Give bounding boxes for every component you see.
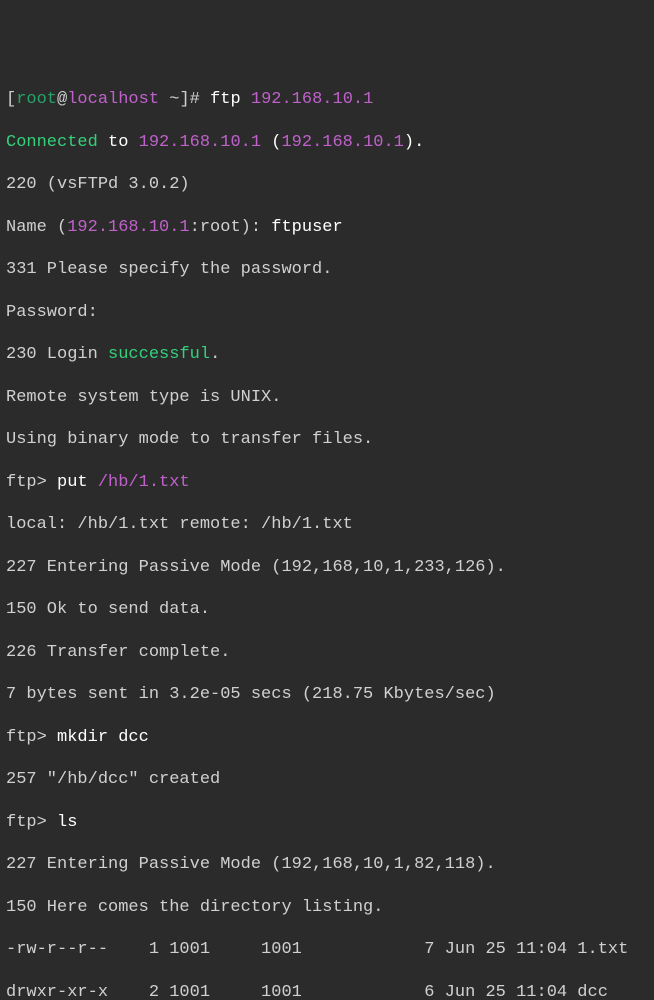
prompt-rbracket: ]# xyxy=(179,90,210,109)
put-arg: /hb/1.txt xyxy=(98,473,190,492)
ls-cmd: ls xyxy=(57,813,77,832)
name-line: Name (192.168.10.1:root): ftpuser xyxy=(6,217,648,238)
name-prefix: Name ( xyxy=(6,218,67,237)
mkdir-cmd: mkdir dcc xyxy=(57,728,149,747)
bytes-sent-line: 7 bytes sent in 3.2e-05 secs (218.75 Kby… xyxy=(6,684,648,705)
ftp-prompt: ftp> xyxy=(6,473,57,492)
prompt-lbracket: [ xyxy=(6,90,16,109)
ftp-prompt: ftp> xyxy=(6,813,57,832)
connected-paren1: ( xyxy=(261,133,281,152)
local-remote-line: local: /hb/1.txt remote: /hb/1.txt xyxy=(6,514,648,535)
ok-send-line: 150 Ok to send data. xyxy=(6,599,648,620)
passive-mode-line-1: 227 Entering Passive Mode (192,168,10,1,… xyxy=(6,557,648,578)
login-successful: successful xyxy=(108,345,210,364)
connected-word: Connected xyxy=(6,133,98,152)
ftp-mkdir-line: ftp> mkdir dcc xyxy=(6,727,648,748)
connected-ip2: 192.168.10.1 xyxy=(281,133,403,152)
login-line: 230 Login successful. xyxy=(6,344,648,365)
prompt-tilde: ~ xyxy=(159,90,179,109)
name-user: ftpuser xyxy=(271,218,342,237)
system-type-line: Remote system type is UNIX. xyxy=(6,387,648,408)
ftp-prompt: ftp> xyxy=(6,728,57,747)
password-line: Password: xyxy=(6,302,648,323)
prompt-host: localhost xyxy=(67,90,159,109)
ftp-put-line: ftp> put /hb/1.txt xyxy=(6,472,648,493)
created-line: 257 "/hb/dcc" created xyxy=(6,769,648,790)
name-suffix: :root): xyxy=(190,218,272,237)
connected-paren2: ). xyxy=(404,133,424,152)
login-dot: . xyxy=(210,345,220,364)
login-code: 230 Login xyxy=(6,345,108,364)
transfer-complete-line: 226 Transfer complete. xyxy=(6,642,648,663)
file-row: -rw-r--r-- 1 1001 1001 7 Jun 25 11:04 1.… xyxy=(6,939,648,960)
connected-ip1: 192.168.10.1 xyxy=(139,133,261,152)
directory-listing-line: 150 Here comes the directory listing. xyxy=(6,897,648,918)
prompt-at: @ xyxy=(57,90,67,109)
put-cmd: put xyxy=(57,473,98,492)
banner-line: 220 (vsFTPd 3.0.2) xyxy=(6,174,648,195)
binary-mode-line: Using binary mode to transfer files. xyxy=(6,429,648,450)
name-ip: 192.168.10.1 xyxy=(67,218,189,237)
ftp-ip: 192.168.10.1 xyxy=(251,90,373,109)
ftp-command: ftp xyxy=(210,90,251,109)
prompt-user: root xyxy=(16,90,57,109)
passive-mode-line-2: 227 Entering Passive Mode (192,168,10,1,… xyxy=(6,854,648,875)
specify-password-line: 331 Please specify the password. xyxy=(6,259,648,280)
prompt-line: [root@localhost ~]# ftp 192.168.10.1 xyxy=(6,89,648,110)
connected-line: Connected to 192.168.10.1 (192.168.10.1)… xyxy=(6,132,648,153)
ftp-ls-line: ftp> ls xyxy=(6,812,648,833)
dir-row: drwxr-xr-x 2 1001 1001 6 Jun 25 11:04 dc… xyxy=(6,982,648,1000)
connected-to: to xyxy=(98,133,139,152)
